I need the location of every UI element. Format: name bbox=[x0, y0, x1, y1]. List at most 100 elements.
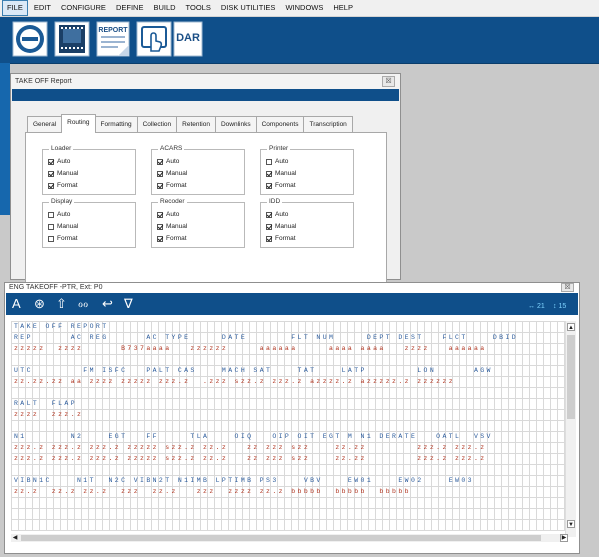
printer-format-checkbox[interactable]: Format bbox=[266, 181, 296, 190]
report-line: RALT FLAP bbox=[14, 400, 78, 407]
option-label: Format bbox=[166, 235, 187, 242]
scroll-left-icon[interactable]: ◀ bbox=[11, 534, 19, 542]
undo-arrow-icon[interactable]: ↩ bbox=[102, 297, 113, 311]
checkbox-box bbox=[157, 211, 163, 218]
recorder-icon bbox=[12, 21, 48, 57]
menu-disk-utilities[interactable]: DISK UTILITIES bbox=[217, 1, 280, 15]
menu-build[interactable]: BUILD bbox=[149, 1, 179, 15]
idd-manual-checkbox[interactable]: Manual bbox=[266, 222, 296, 231]
horizontal-scrollbar[interactable]: ◀ ▶ bbox=[11, 534, 568, 542]
tab-formatting[interactable]: Formatting bbox=[94, 116, 138, 133]
menu-help[interactable]: HELP bbox=[329, 1, 357, 15]
touch-button[interactable] bbox=[136, 21, 172, 57]
menu-file[interactable]: FILE bbox=[2, 0, 28, 16]
checkbox-box bbox=[266, 170, 272, 177]
report-line: zzzz zzz.z bbox=[14, 411, 84, 418]
hscroll-thumb[interactable] bbox=[21, 535, 541, 541]
tab-components[interactable]: Components bbox=[255, 116, 305, 133]
scroll-thumb[interactable] bbox=[567, 335, 575, 419]
loader-auto-checkbox[interactable]: Auto bbox=[48, 157, 70, 166]
report-line: zzz.z zzz.z zzz.z zzzzz szz.z zz.z zz zz… bbox=[14, 455, 487, 462]
idd-format-checkbox[interactable]: Format bbox=[266, 234, 296, 243]
display-auto-checkbox[interactable]: Auto bbox=[48, 210, 70, 219]
recoder-format-checkbox[interactable]: Format bbox=[157, 234, 187, 243]
display-format-checkbox[interactable]: Format bbox=[48, 234, 78, 243]
display-manual-checkbox[interactable]: Manual bbox=[48, 222, 78, 231]
menu-bar: FILE EDIT CONFIGURE DEFINE BUILD TOOLS D… bbox=[0, 0, 599, 17]
takeoff-close-icon[interactable]: ☒ bbox=[382, 76, 395, 87]
eng-takeoff-window: ENG TAKEOFF -PTR, Ext: P0 ☒ A ⊛ ⇧ ℴℴ ↩ ∇… bbox=[4, 282, 580, 554]
printer-manual-checkbox[interactable]: Manual bbox=[266, 169, 296, 178]
takeoff-window-bluebar bbox=[12, 89, 399, 101]
option-label: Auto bbox=[275, 158, 289, 165]
checkbox-box bbox=[48, 211, 54, 218]
takeoff-window-titlebar[interactable]: TAKE OFF Report ☒ bbox=[11, 74, 400, 89]
option-label: Manual bbox=[57, 170, 79, 177]
acars-format-checkbox[interactable]: Format bbox=[157, 181, 187, 190]
tab-downlinks[interactable]: Downlinks bbox=[214, 116, 257, 133]
eng-takeoff-close-icon[interactable]: ☒ bbox=[561, 283, 574, 292]
globe-icon[interactable]: ⊛ bbox=[34, 297, 45, 311]
option-label: Manual bbox=[166, 223, 188, 230]
background-panel-edge bbox=[0, 63, 10, 215]
acars-auto-checkbox[interactable]: Auto bbox=[157, 157, 179, 166]
tab-retention[interactable]: Retention bbox=[176, 116, 216, 133]
menu-windows[interactable]: WINDOWS bbox=[281, 1, 327, 15]
checkbox-box bbox=[157, 182, 163, 189]
printer-group: Printer Auto Manual Format bbox=[260, 145, 354, 195]
option-label: Format bbox=[166, 182, 187, 189]
report-line: TAKE OFF REPORT bbox=[14, 323, 109, 330]
option-label: Manual bbox=[275, 170, 297, 177]
tab-general[interactable]: General bbox=[27, 116, 63, 133]
filter-icon[interactable]: ∇ bbox=[124, 297, 133, 311]
printer-group-title: Printer bbox=[267, 145, 291, 152]
loader-format-checkbox[interactable]: Format bbox=[48, 181, 78, 190]
loader-manual-checkbox[interactable]: Manual bbox=[48, 169, 78, 178]
checkbox-box bbox=[266, 211, 272, 218]
checkbox-box bbox=[48, 182, 54, 189]
menu-configure[interactable]: CONFIGURE bbox=[57, 1, 110, 15]
tab-transcription[interactable]: Transcription bbox=[303, 116, 353, 133]
recorder-button[interactable] bbox=[12, 21, 48, 57]
font-icon[interactable]: A bbox=[12, 297, 21, 311]
idd-group: IDD Auto Manual Format bbox=[260, 198, 354, 248]
display-group: Display Auto Manual Format bbox=[42, 198, 136, 248]
checkbox-box bbox=[266, 182, 272, 189]
checkbox-box bbox=[48, 223, 54, 230]
tab-routing[interactable]: Routing bbox=[61, 114, 96, 133]
report-line: REP AC REG AC TYPE DATE FLT NUM DEPT DES… bbox=[14, 334, 519, 341]
display-unit-icon bbox=[54, 21, 90, 57]
scroll-down-icon[interactable]: ▼ bbox=[567, 520, 575, 528]
option-label: Manual bbox=[166, 170, 188, 177]
display-group-title: Display bbox=[49, 198, 75, 205]
vertical-scrollbar[interactable]: ▲ ▼ bbox=[565, 321, 576, 537]
upload-arrow-icon[interactable]: ⇧ bbox=[56, 297, 67, 311]
scroll-right-icon[interactable]: ▶ bbox=[560, 534, 568, 542]
display-unit-button[interactable] bbox=[54, 21, 90, 57]
eng-takeoff-titlebar[interactable]: ENG TAKEOFF -PTR, Ext: P0 ☒ bbox=[5, 283, 579, 293]
takeoff-report-window: TAKE OFF Report ☒ General Routing Format… bbox=[10, 73, 401, 325]
width-indicator: ↔ 21 bbox=[528, 303, 545, 310]
acars-manual-checkbox[interactable]: Manual bbox=[157, 169, 187, 178]
checkbox-box bbox=[48, 170, 54, 177]
option-label: Auto bbox=[166, 158, 180, 165]
acars-group: ACARS Auto Manual Format bbox=[151, 145, 245, 195]
report-format-grid[interactable]: TAKE OFF REPORT REP AC REG AC TYPE DATE F… bbox=[11, 321, 568, 531]
recoder-manual-checkbox[interactable]: Manual bbox=[157, 222, 187, 231]
idd-auto-checkbox[interactable]: Auto bbox=[266, 210, 288, 219]
menu-edit[interactable]: EDIT bbox=[30, 1, 55, 15]
printer-auto-checkbox[interactable]: Auto bbox=[266, 157, 288, 166]
touch-icon bbox=[136, 21, 172, 57]
dar-button[interactable]: DAR bbox=[173, 21, 203, 57]
report-line: zzz.z zzz.z zzz.z zzzzz szz.z zz.z zz zz… bbox=[14, 444, 487, 451]
report-line: N1 N2 EGT FF TLA OIQ OIP OIT EGT M N1 DE… bbox=[14, 433, 493, 440]
recoder-auto-checkbox[interactable]: Auto bbox=[157, 210, 179, 219]
tab-collection[interactable]: Collection bbox=[136, 116, 178, 133]
menu-define[interactable]: DEFINE bbox=[112, 1, 148, 15]
scroll-up-icon[interactable]: ▲ bbox=[567, 323, 575, 331]
report-button[interactable]: REPORT bbox=[96, 21, 130, 57]
menu-tools[interactable]: TOOLS bbox=[182, 1, 215, 15]
link-icon[interactable]: ℴℴ bbox=[78, 297, 88, 311]
checkbox-box bbox=[157, 235, 163, 242]
checkbox-box bbox=[157, 170, 163, 177]
